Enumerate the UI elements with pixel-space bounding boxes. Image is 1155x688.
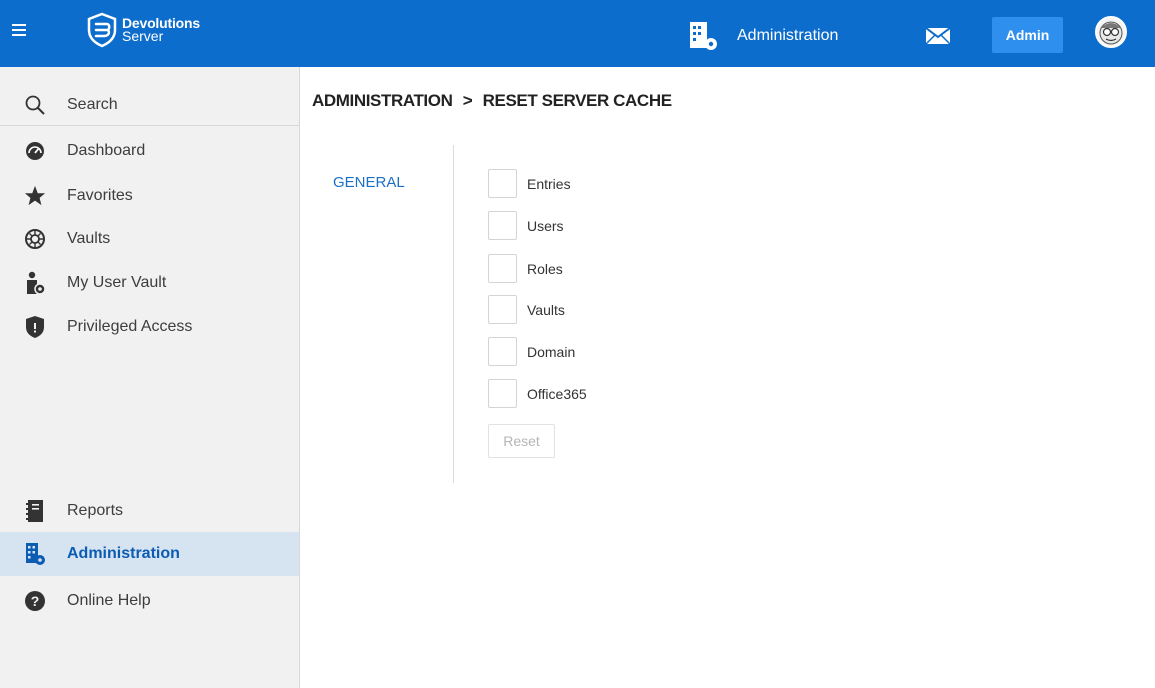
checkbox-entries[interactable] [488,169,517,198]
checkbox-row-vaults[interactable]: Vaults [488,295,565,324]
user-vault-icon [24,271,46,295]
sidebar-item-reports[interactable]: Reports [0,489,299,533]
sidebar-item-label: Search [67,96,118,113]
sidebar: Search Dashboard Favorites Vaults My Use… [0,67,300,688]
checkbox-label: Users [527,217,564,234]
mail-icon[interactable] [926,28,950,44]
checkbox-label: Roles [527,260,563,277]
checkbox-label: Domain [527,343,576,360]
star-icon [24,185,46,207]
checkbox-row-users[interactable]: Users [488,211,564,240]
devolutions-logo-icon [87,12,117,48]
checkbox-row-office365[interactable]: Office365 [488,379,587,408]
breadcrumb-current: RESET SERVER CACHE [482,91,672,110]
user-avatar[interactable] [1095,16,1127,48]
svg-text:?: ? [31,593,40,609]
checkbox-label: Office365 [527,385,587,402]
sidebar-item-label: Vaults [67,230,111,247]
checkbox-row-roles[interactable]: Roles [488,254,563,283]
sidebar-item-label: Favorites [67,187,133,204]
sidebar-item-privileged-access[interactable]: Privileged Access [0,305,299,349]
divider [453,145,454,483]
top-bar: Devolutions Server Administration Admin [0,0,1155,67]
sidebar-item-favorites[interactable]: Favorites [0,174,299,218]
reset-button[interactable]: Reset [488,424,555,458]
checkbox-vaults[interactable] [488,295,517,324]
checkbox-label: Entries [527,175,571,192]
sidebar-item-label: Dashboard [67,142,146,159]
sidebar-item-label: Privileged Access [67,318,193,335]
admin-button[interactable]: Admin [992,17,1063,53]
sidebar-item-dashboard[interactable]: Dashboard [0,129,299,173]
tab-general[interactable]: GENERAL [333,174,405,191]
checkbox-row-domain[interactable]: Domain [488,337,575,366]
divider [0,125,299,126]
vault-icon [24,228,46,250]
sidebar-item-my-user-vault[interactable]: My User Vault [0,261,299,305]
dashboard-icon [24,140,46,162]
administration-icon[interactable] [688,20,720,52]
sidebar-item-label: Reports [67,502,124,519]
menu-icon[interactable] [12,24,26,38]
checkbox-domain[interactable] [488,337,517,366]
checkbox-roles[interactable] [488,254,517,283]
checkbox-row-entries[interactable]: Entries [488,169,571,198]
checkbox-users[interactable] [488,211,517,240]
breadcrumb-root[interactable]: ADMINISTRATION [312,91,453,110]
top-section-label: Administration [737,27,839,44]
sidebar-item-search[interactable]: Search [0,83,299,127]
checkbox-label: Vaults [527,301,565,318]
avatar-face-icon [1099,21,1123,45]
shield-icon [24,316,46,338]
breadcrumb: ADMINISTRATION > RESET SERVER CACHE [312,91,672,111]
search-icon [24,94,46,116]
sidebar-item-label: Administration [67,545,180,562]
breadcrumb-separator: > [462,91,473,110]
checkbox-office365[interactable] [488,379,517,408]
reports-icon [24,500,46,522]
administration-icon [24,543,46,565]
sidebar-item-label: My User Vault [67,274,167,291]
brand-subname: Server [122,28,164,44]
help-icon: ? [24,590,46,612]
sidebar-item-vaults[interactable]: Vaults [0,217,299,261]
sidebar-item-online-help[interactable]: ? Online Help [0,579,299,623]
sidebar-item-administration[interactable]: Administration [0,532,299,576]
sidebar-item-label: Online Help [67,592,151,609]
app-logo[interactable]: Devolutions Server [86,12,200,48]
